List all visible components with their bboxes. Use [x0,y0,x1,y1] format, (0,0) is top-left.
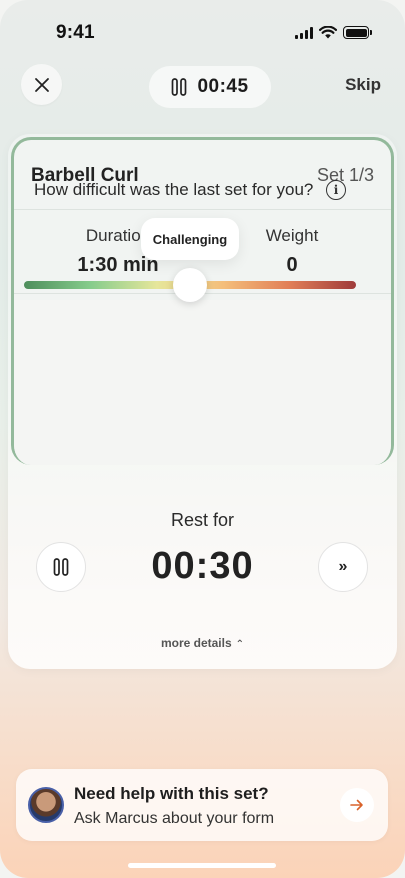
difficulty-slider-thumb[interactable] [173,268,207,302]
wifi-icon [319,26,337,39]
status-time: 9:41 [56,22,95,43]
fast-forward-icon: » [338,558,348,575]
more-details-toggle[interactable]: more details ⌃ [0,636,405,650]
difficulty-question: How difficult was the last set for you? [34,180,314,199]
rest-label: Rest for [170,510,235,530]
status-bar: 9:41 [0,0,405,66]
help-title: Need help with this set? [74,784,269,803]
home-indicator [128,863,276,868]
cellular-signal-icon [295,26,313,39]
avatar [28,787,64,823]
skip-button[interactable]: Skip [345,75,381,95]
help-card[interactable]: Need help with this set? Ask Marcus abou… [16,769,388,841]
more-details-label: more details [160,636,232,650]
status-icons [295,26,372,39]
info-icon[interactable]: i [326,180,346,200]
pause-icon [172,78,187,96]
arrow-right-icon [350,799,363,811]
set-counter: Set 1/3 [316,165,374,185]
close-button[interactable] [21,64,62,105]
chevron-up-icon: ⌃ [235,639,245,650]
phone-screen: 9:41 00:45 Skip Barbell Curl Set 1/3 Dur… [0,0,405,878]
difficulty-tooltip: Challenging [141,218,239,260]
battery-icon [343,26,372,39]
arrow-right-button[interactable] [340,788,374,822]
skip-rest-button[interactable]: » [318,542,368,592]
workout-timer-pill[interactable]: 00:45 [149,66,271,108]
workout-timer: 00:45 [197,76,249,97]
close-icon [34,77,49,92]
help-subtitle: Ask Marcus about your form [74,810,275,827]
